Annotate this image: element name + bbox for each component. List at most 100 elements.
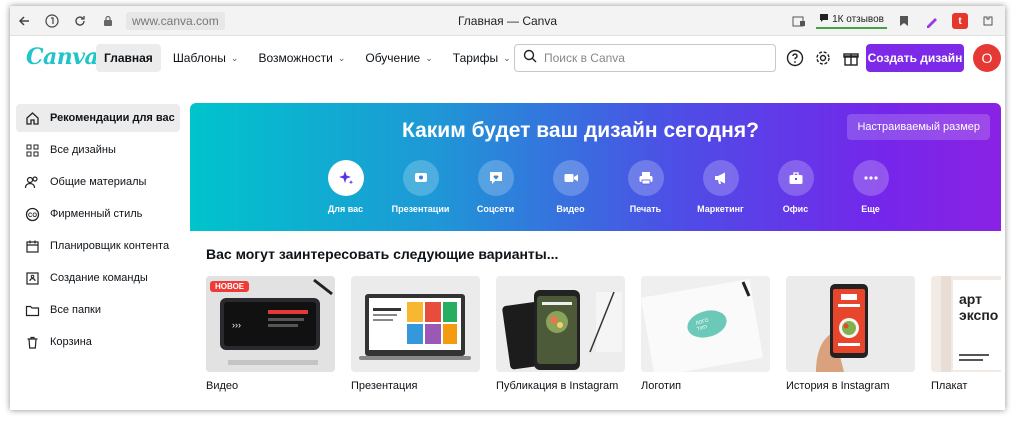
- nav-pricing[interactable]: Тарифы ⌄: [445, 44, 519, 72]
- canva-logo[interactable]: Canva: [26, 44, 99, 70]
- sidebar-item-trash[interactable]: Корзина: [16, 328, 180, 356]
- more-dots-icon: [852, 160, 889, 196]
- sidebar-item-recommendations[interactable]: Рекомендации для вас: [16, 104, 180, 132]
- address-bar[interactable]: www.canva.com: [126, 11, 225, 30]
- sidebar-item-folders[interactable]: Все папки: [16, 296, 180, 324]
- sidebar-item-label: Планировщик контента: [50, 240, 170, 252]
- card-presentation[interactable]: Презентация: [351, 276, 480, 392]
- chevron-down-icon: ⌄: [230, 52, 239, 63]
- svg-text:›››: ›››: [232, 320, 241, 330]
- gift-icon[interactable]: [840, 47, 862, 69]
- search-box[interactable]: [514, 44, 776, 72]
- card-label: Видео: [206, 380, 239, 392]
- category-label: Печать: [629, 204, 662, 214]
- sidebar-item-label: Фирменный стиль: [50, 208, 143, 220]
- sidebar-item-planner[interactable]: Планировщик контента: [16, 232, 180, 260]
- category-marketing[interactable]: Маркетинг: [683, 160, 758, 214]
- category-row: Для вас Презентации Соцсети Видео Печать…: [308, 160, 908, 214]
- create-design-button[interactable]: Создать дизайн: [866, 44, 964, 72]
- sidebar-item-label: Корзина: [50, 336, 92, 348]
- card-instagram-post[interactable]: Публикация в Instagram: [496, 276, 625, 392]
- card-thumbnail: ››› НОВОЕ: [206, 276, 335, 372]
- sidebar-item-shared[interactable]: Общие материалы: [16, 168, 180, 196]
- nav-templates[interactable]: Шаблоны ⌄: [165, 44, 247, 72]
- speech-bubble-icon: [819, 13, 829, 26]
- browser-toolbar: www.canva.com Главная — Canva 1К отзывов…: [10, 6, 1005, 36]
- reload-icon[interactable]: [66, 6, 94, 36]
- svg-text:CO: CO: [28, 212, 37, 218]
- reviews-badge[interactable]: 1К отзывов: [816, 13, 887, 29]
- megaphone-icon: [702, 160, 739, 196]
- chevron-down-icon: ⌄: [425, 52, 433, 63]
- nav-features[interactable]: Возможности ⌄: [250, 44, 353, 72]
- team-icon: [24, 270, 40, 286]
- card-video[interactable]: ››› НОВОЕ Видео: [206, 276, 335, 392]
- help-icon[interactable]: [784, 47, 806, 69]
- nav-features-label: Возможности: [258, 51, 333, 65]
- category-presentations[interactable]: Презентации: [383, 160, 458, 214]
- gear-icon[interactable]: [812, 47, 834, 69]
- nav-home-label: Главная: [104, 51, 153, 65]
- lock-icon[interactable]: [94, 6, 122, 36]
- card-label: Плакат: [931, 380, 968, 392]
- grid-icon: [24, 142, 40, 158]
- sidebar-item-label: Рекомендации для вас: [50, 112, 175, 124]
- category-for-you[interactable]: Для вас: [308, 160, 383, 214]
- sparkle-icon: [327, 160, 364, 196]
- browser-window: www.canva.com Главная — Canva 1К отзывов…: [10, 6, 1005, 410]
- heart-chat-icon: [477, 160, 514, 196]
- category-label: Соцсети: [476, 204, 515, 214]
- card-thumbnail: арт экспо: [931, 276, 1001, 372]
- card-thumbnail: [351, 276, 480, 372]
- category-label: Видео: [556, 204, 585, 214]
- svg-text:арт: арт: [959, 291, 982, 307]
- card-thumbnail: [496, 276, 625, 372]
- calendar-icon: [24, 238, 40, 254]
- sidebar: Рекомендации для вас Все дизайны Общие м…: [16, 104, 180, 360]
- reviews-count: 1К отзывов: [832, 14, 884, 25]
- category-video[interactable]: Видео: [533, 160, 608, 214]
- category-more[interactable]: Еще: [833, 160, 908, 214]
- category-social[interactable]: Соцсети: [458, 160, 533, 214]
- nav-templates-label: Шаблоны: [172, 51, 226, 65]
- main-nav: Главная Шаблоны ⌄ Возможности ⌄ Обучение ⌄ …: [96, 44, 519, 72]
- category-print[interactable]: Печать: [608, 160, 683, 214]
- nav-learn[interactable]: Обучение ⌄: [357, 44, 440, 72]
- chevron-down-icon: ⌄: [503, 52, 511, 63]
- bookmark-icon[interactable]: [893, 10, 915, 32]
- tab-manager-icon[interactable]: [788, 10, 810, 32]
- sidebar-item-brand[interactable]: CO Фирменный стиль: [16, 200, 180, 228]
- category-label: Офис: [782, 204, 809, 214]
- sidebar-item-label: Все дизайны: [50, 144, 116, 156]
- sidebar-item-label: Создание команды: [50, 272, 148, 284]
- search-icon: [523, 49, 537, 68]
- suggestion-cards: ››› НОВОЕ Видео Презентация Публикация в…: [206, 276, 1001, 392]
- sidebar-item-label: Общие материалы: [50, 176, 147, 188]
- back-arrow-icon[interactable]: [10, 6, 38, 36]
- card-poster[interactable]: арт экспо Плакат: [931, 276, 1001, 392]
- card-instagram-story[interactable]: История в Instagram: [786, 276, 915, 392]
- avatar[interactable]: О: [973, 44, 1001, 72]
- red-extension-icon[interactable]: t: [949, 10, 971, 32]
- video-camera-icon: [552, 160, 589, 196]
- category-office[interactable]: Офис: [758, 160, 833, 214]
- presentation-icon: [402, 160, 439, 196]
- extensions-icon[interactable]: [977, 10, 999, 32]
- chevron-down-icon: ⌄: [337, 52, 346, 63]
- hero-banner: Каким будет ваш дизайн сегодня? Настраив…: [190, 103, 1001, 231]
- search-input[interactable]: [544, 51, 744, 65]
- pen-extension-icon[interactable]: [921, 10, 943, 32]
- custom-size-button[interactable]: Настраиваемый размер: [847, 114, 990, 140]
- yandex-icon[interactable]: [38, 6, 66, 36]
- sidebar-item-all-designs[interactable]: Все дизайны: [16, 136, 180, 164]
- home-icon: [24, 110, 40, 126]
- nav-pricing-label: Тарифы: [452, 51, 499, 65]
- sidebar-item-team[interactable]: Создание команды: [16, 264, 180, 292]
- nav-home[interactable]: Главная: [96, 44, 161, 72]
- category-label: Еще: [861, 204, 880, 214]
- app-header: Canva Главная Шаблоны ⌄ Возможности ⌄ Обуч…: [10, 37, 1005, 81]
- url-text: www.canva.com: [132, 13, 219, 28]
- card-thumbnail: [786, 276, 915, 372]
- nav-learn-label: Обучение: [365, 51, 421, 65]
- card-logo[interactable]: ЛОГО ТИП Логотип: [641, 276, 770, 392]
